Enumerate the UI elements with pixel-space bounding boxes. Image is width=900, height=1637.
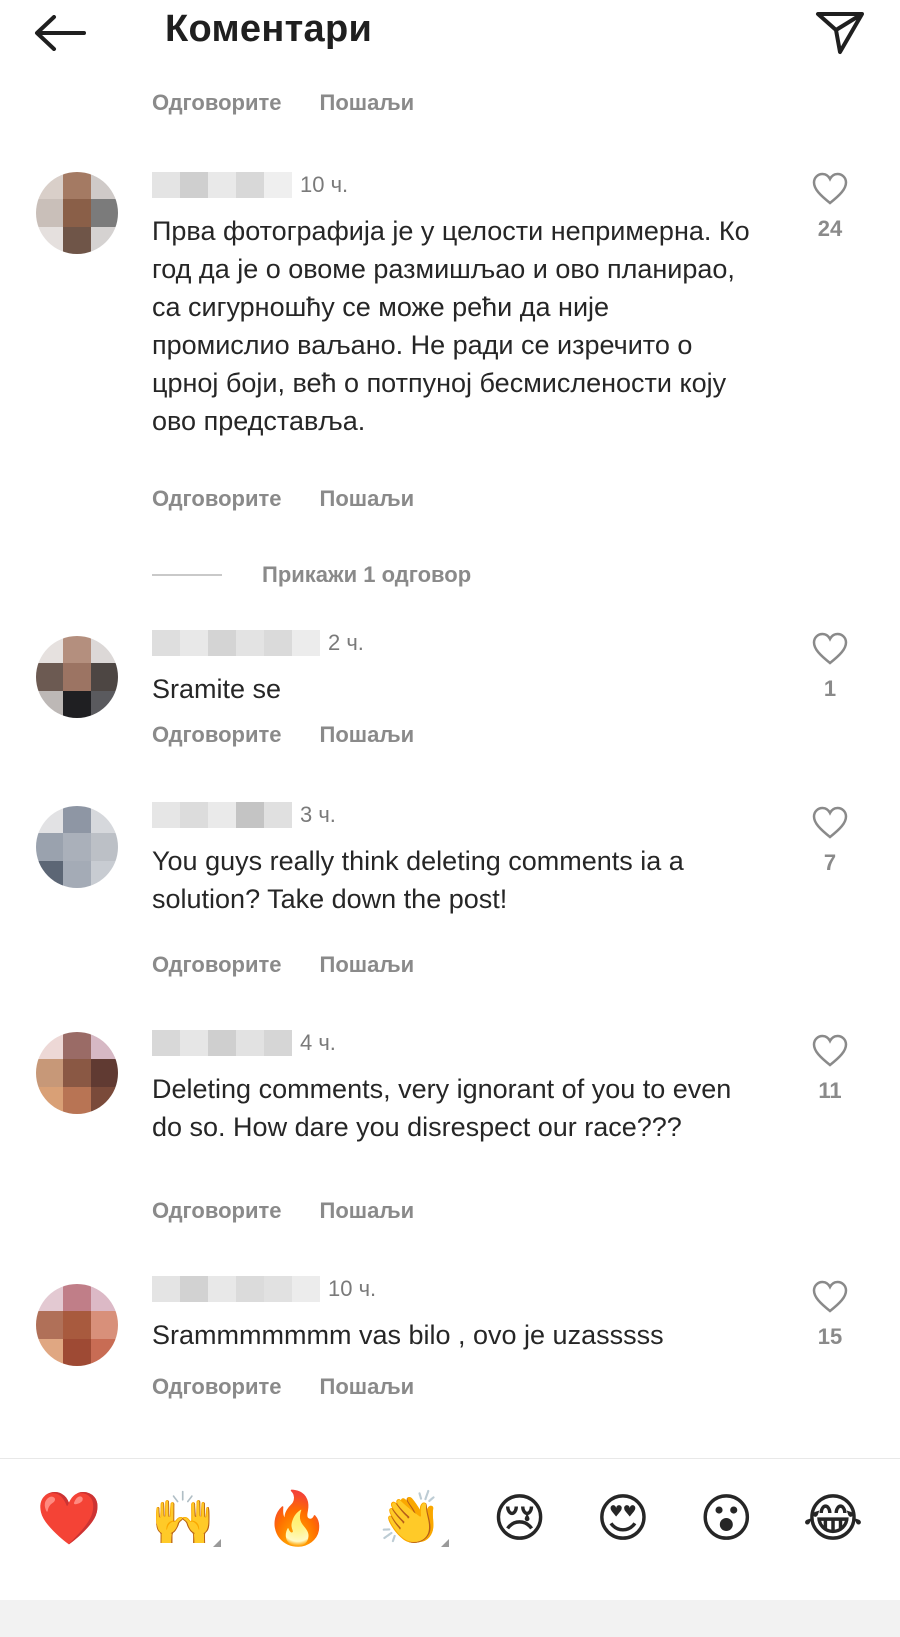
- send-button[interactable]: Пошаљи: [320, 722, 415, 748]
- send-direct-icon[interactable]: [814, 6, 866, 58]
- heart-icon[interactable]: [812, 1034, 848, 1068]
- fire-emoji-icon[interactable]: 🔥: [264, 1489, 329, 1549]
- send-button[interactable]: Пошаљи: [320, 486, 415, 512]
- comment-time: 10 ч.: [328, 1276, 377, 1301]
- view-replies-label: Прикажи 1 одговор: [262, 562, 472, 587]
- heart-icon[interactable]: [812, 1280, 848, 1314]
- skin-tone-indicator: [213, 1538, 222, 1547]
- reply-button[interactable]: Одговорите: [152, 486, 282, 512]
- comment-actions: Одговорите Пошаљи: [152, 90, 414, 116]
- avatar[interactable]: [36, 806, 118, 888]
- comment-actions: Одговорите Пошаљи: [152, 722, 414, 748]
- like-count: 24: [817, 216, 843, 241]
- send-button[interactable]: Пошаљи: [320, 952, 415, 978]
- tears-of-joy-emoji-icon[interactable]: 😂: [803, 1489, 864, 1549]
- heart-eyes-emoji-icon[interactable]: 😍: [596, 1489, 650, 1549]
- skin-tone-indicator: [441, 1538, 450, 1547]
- username-blurred[interactable]: 10 ч.: [152, 172, 348, 198]
- reply-button[interactable]: Одговорите: [152, 1198, 282, 1224]
- username-blurred[interactable]: 10 ч.: [152, 1276, 376, 1302]
- blurred-username: [152, 1276, 320, 1302]
- heart-icon[interactable]: [812, 172, 848, 206]
- comment-text: Srammmmmmm vas bilo , ovo je uzasssss: [152, 1320, 664, 1350]
- view-replies-button[interactable]: Прикажи 1 одговор: [152, 562, 471, 588]
- reply-button[interactable]: Одговорите: [152, 952, 282, 978]
- blurred-username: [152, 802, 292, 828]
- emoji-reaction-bar: ❤️ 🙌 🔥 👏 😢 😍 😮 😂: [0, 1458, 900, 1578]
- username-blurred[interactable]: 4 ч.: [152, 1030, 336, 1056]
- header: Коментари: [0, 0, 900, 70]
- red-heart-emoji-icon[interactable]: ❤️: [37, 1489, 102, 1549]
- clapping-hands-glyph: 👏: [378, 1488, 444, 1549]
- comment-actions: Одговорите Пошаљи: [152, 1374, 414, 1400]
- heart-icon[interactable]: [812, 632, 848, 666]
- comment-time: 2 ч.: [328, 630, 364, 655]
- like-button[interactable]: 24: [808, 172, 852, 242]
- comment-actions: Одговорите Пошаљи: [152, 486, 414, 512]
- username-blurred[interactable]: 3 ч.: [152, 802, 336, 828]
- raising-hands-emoji-icon[interactable]: 🙌: [150, 1488, 222, 1549]
- comment-text: Deleting comments, very ignorant of you …: [152, 1074, 732, 1142]
- send-button[interactable]: Пошаљи: [320, 90, 415, 116]
- comment-text: Прва фотографија је у целости непримерна…: [152, 216, 750, 436]
- like-count: 1: [823, 676, 837, 701]
- comment-actions: Одговорите Пошаљи: [152, 1198, 414, 1224]
- avatar[interactable]: [36, 636, 118, 718]
- comment-text: You guys really think deleting comments …: [152, 846, 684, 914]
- crying-face-emoji-icon[interactable]: 😢: [492, 1489, 546, 1549]
- blurred-username: [152, 630, 320, 656]
- like-count: 15: [817, 1324, 843, 1349]
- like-button[interactable]: 1: [808, 632, 852, 702]
- like-button[interactable]: 7: [808, 806, 852, 876]
- input-area-edge: [0, 1600, 900, 1637]
- avatar[interactable]: [36, 172, 118, 254]
- like-button[interactable]: 11: [808, 1034, 852, 1104]
- divider: [152, 574, 222, 576]
- blurred-username: [152, 1030, 292, 1056]
- comment-time: 10 ч.: [300, 172, 349, 197]
- clapping-hands-emoji-icon[interactable]: 👏: [378, 1488, 450, 1549]
- comment-time: 3 ч.: [300, 802, 336, 827]
- like-count: 7: [823, 850, 837, 875]
- comment-time: 4 ч.: [300, 1030, 336, 1055]
- like-button[interactable]: 15: [808, 1280, 852, 1350]
- avatar[interactable]: [36, 1284, 118, 1366]
- like-count: 11: [818, 1078, 842, 1103]
- reply-button[interactable]: Одговорите: [152, 722, 282, 748]
- reply-button[interactable]: Одговорите: [152, 90, 282, 116]
- send-button[interactable]: Пошаљи: [320, 1198, 415, 1224]
- comment-text: Sramite se: [152, 674, 282, 704]
- heart-icon[interactable]: [812, 806, 848, 840]
- username-blurred[interactable]: 2 ч.: [152, 630, 364, 656]
- send-button[interactable]: Пошаљи: [320, 1374, 415, 1400]
- page-title: Коментари: [165, 8, 373, 50]
- avatar[interactable]: [36, 1032, 118, 1114]
- comment-actions: Одговорите Пошаљи: [152, 952, 414, 978]
- blurred-username: [152, 172, 292, 198]
- surprised-face-emoji-icon[interactable]: 😮: [699, 1489, 753, 1549]
- raising-hands-glyph: 🙌: [150, 1488, 216, 1549]
- back-arrow-icon[interactable]: [34, 8, 94, 58]
- reply-button[interactable]: Одговорите: [152, 1374, 282, 1400]
